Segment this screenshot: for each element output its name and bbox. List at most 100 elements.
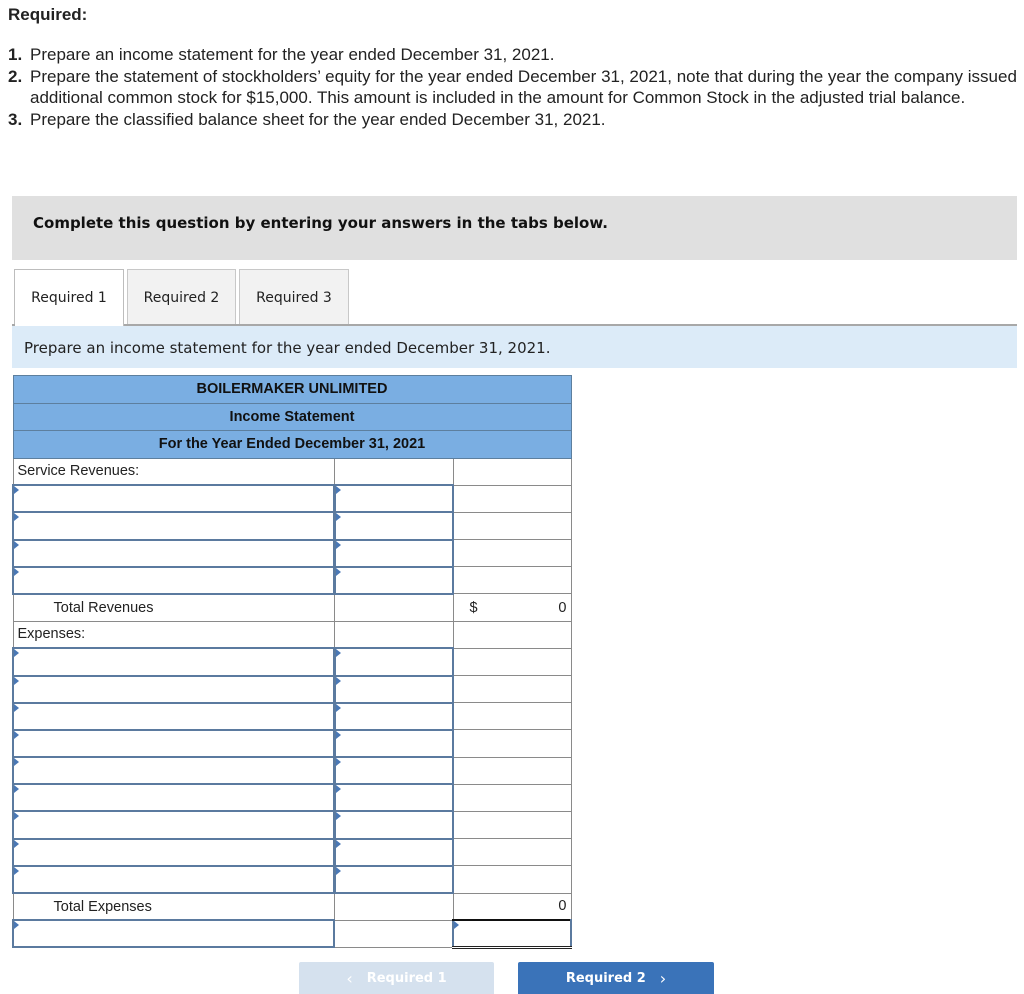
expense-account-cell[interactable] (12, 728, 335, 759)
expense-amount-input[interactable] (335, 785, 452, 811)
expense-amount-cell[interactable] (332, 810, 454, 840)
expense-account-cell[interactable] (12, 756, 335, 786)
expense-account-input[interactable] (14, 866, 333, 892)
expense-amount-input[interactable] (335, 866, 452, 892)
revenue-account-input[interactable] (14, 486, 333, 512)
expense-amount-input[interactable] (335, 730, 452, 757)
statement-period: For the Year Ended December 31, 2021 (12, 430, 572, 459)
expense-amount-cell[interactable] (332, 837, 454, 867)
empty-cell (452, 457, 572, 486)
empty-cell (452, 539, 572, 568)
expense-account-cell[interactable] (12, 837, 335, 867)
expense-row (12, 837, 572, 867)
expense-row (12, 674, 572, 704)
expense-row (12, 864, 572, 895)
expense-rows (12, 647, 572, 895)
revenue-account-cell[interactable] (12, 484, 335, 514)
empty-cell (452, 566, 572, 595)
tab-required-2[interactable]: Required 2 (127, 269, 236, 325)
revenue-amount-input[interactable] (335, 540, 452, 566)
revenue-amount-cell[interactable] (332, 565, 454, 595)
statement-title: Income Statement (12, 402, 572, 431)
expense-account-input[interactable] (14, 703, 333, 729)
revenue-amount-input[interactable] (335, 486, 452, 512)
company-name: BOILERMAKER UNLIMITED (12, 375, 572, 404)
expenses-section-row: Expenses: (12, 620, 572, 649)
net-income-amount-cell[interactable] (452, 919, 572, 949)
empty-cell (452, 810, 572, 840)
expense-row (12, 783, 572, 813)
expense-account-input[interactable] (14, 839, 333, 865)
expense-amount-cell[interactable] (332, 864, 454, 895)
expense-account-input[interactable] (14, 649, 333, 675)
expense-amount-input[interactable] (335, 812, 452, 838)
expense-account-cell[interactable] (12, 701, 335, 731)
expense-account-input[interactable] (14, 730, 333, 757)
chevron-right-icon: › (659, 968, 667, 988)
expense-account-input[interactable] (14, 676, 333, 702)
revenue-account-input[interactable] (14, 513, 333, 539)
empty-cell (333, 592, 454, 622)
empty-cell (452, 620, 572, 649)
instruction-text: Complete this question by entering your … (33, 214, 608, 232)
question-prompt: Prepare an income statement for the year… (24, 339, 551, 357)
expense-amount-cell[interactable] (332, 647, 454, 677)
requirement-number: 2. (8, 66, 23, 86)
total-expenses-row: Total Expenses 0 (12, 891, 572, 921)
revenue-amount-input[interactable] (335, 513, 452, 539)
empty-cell (452, 838, 572, 867)
empty-cell (333, 620, 454, 649)
revenue-amount-cell[interactable] (332, 484, 454, 514)
expense-account-cell[interactable] (12, 810, 335, 840)
revenue-amount-input[interactable] (335, 567, 452, 593)
expense-account-cell[interactable] (12, 647, 335, 677)
expense-account-input[interactable] (14, 758, 333, 784)
empty-cell (452, 484, 572, 513)
expense-amount-cell[interactable] (332, 674, 454, 704)
revenue-row (12, 538, 572, 568)
empty-cell (452, 647, 572, 677)
requirement-text: Prepare the statement of stockholders’ e… (30, 66, 1017, 108)
expense-amount-cell[interactable] (332, 728, 454, 759)
expense-account-cell[interactable] (12, 674, 335, 704)
expense-amount-input[interactable] (335, 649, 452, 675)
net-income-amount-input[interactable] (454, 921, 570, 946)
revenue-account-cell[interactable] (12, 511, 335, 541)
empty-cell (452, 674, 572, 704)
revenue-account-cell[interactable] (12, 538, 335, 568)
requirement-item: 2. Prepare the statement of stockholders… (8, 66, 1018, 109)
previous-tab-label: Required 1 (366, 970, 447, 986)
total-expenses-value: 0 (452, 892, 572, 921)
empty-cell (452, 729, 572, 758)
requirement-item: 1. Prepare an income statement for the y… (8, 44, 1018, 66)
tab-required-1[interactable]: Required 1 (14, 269, 124, 326)
revenue-account-cell[interactable] (12, 565, 335, 595)
expense-account-input[interactable] (14, 812, 333, 838)
revenue-account-input[interactable] (14, 540, 333, 566)
revenue-rows (12, 484, 572, 595)
expense-account-input[interactable] (14, 785, 333, 811)
expense-amount-input[interactable] (335, 758, 452, 784)
tab-required-3[interactable]: Required 3 (239, 269, 349, 325)
total-revenues-row: Total Revenues $ 0 (12, 592, 572, 622)
expense-account-cell[interactable] (12, 864, 335, 895)
expense-amount-input[interactable] (335, 839, 452, 865)
requirement-text: Prepare the classified balance sheet for… (30, 109, 606, 129)
expense-amount-cell[interactable] (332, 701, 454, 731)
revenue-account-input[interactable] (14, 567, 333, 593)
revenue-amount-cell[interactable] (332, 538, 454, 568)
expense-amount-cell[interactable] (332, 756, 454, 786)
expense-amount-input[interactable] (335, 676, 452, 702)
expense-account-cell[interactable] (12, 783, 335, 813)
revenues-label: Service Revenues: (12, 457, 335, 486)
next-tab-button[interactable]: Required 2 › (518, 962, 714, 994)
expense-amount-cell[interactable] (332, 783, 454, 813)
expense-amount-input[interactable] (335, 703, 452, 729)
previous-tab-button[interactable]: ‹ Required 1 (299, 962, 494, 994)
expense-row (12, 810, 572, 840)
revenue-amount-cell[interactable] (332, 511, 454, 541)
net-income-label-input[interactable] (14, 921, 333, 947)
next-tab-label: Required 2 (565, 970, 646, 986)
income-statement-table: BOILERMAKER UNLIMITED Income Statement F… (12, 375, 572, 949)
net-income-label-cell[interactable] (12, 919, 335, 949)
